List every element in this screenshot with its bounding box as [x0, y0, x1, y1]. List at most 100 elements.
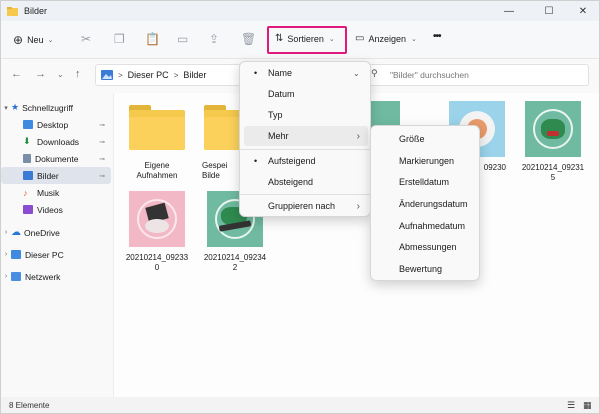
chevron-down-icon[interactable]: ▾ [1, 104, 11, 112]
pin-icon: ⊸ [99, 172, 105, 180]
plus-icon: ⊕ [13, 33, 24, 47]
more-options-button[interactable]: ••• [433, 31, 441, 42]
breadcrumb-pictures[interactable]: Bilder [183, 70, 206, 80]
sidebar-item-documents[interactable]: Dokumente ⊸ [1, 150, 111, 167]
sidebar-item-music[interactable]: ♪ Musik [1, 184, 111, 201]
chevron-right-icon[interactable]: › [1, 251, 11, 258]
menu-item-label: Markierungen [399, 156, 455, 166]
menu-item-more[interactable]: Mehr › [244, 126, 368, 146]
sort-menu: • Name Datum Typ Mehr › • Aufsteigend Ab… [239, 61, 371, 217]
navigation-pane: ▾ ★ Schnellzugriff Desktop ⊸ ⬇ Downloads… [1, 93, 113, 397]
view-icon: ▭ [355, 33, 365, 44]
command-bar: ⊕ Neu ⌄ ✂ ❐ 📋 ▭ ⇪ 🗑 ⇅ Sortieren ⌄ ▭ Anze… [1, 21, 599, 59]
menu-item-label: Absteigend [268, 177, 314, 187]
sidebar-item-network[interactable]: › Netzwerk [1, 268, 111, 285]
pin-icon: ⊸ [99, 138, 105, 146]
submenu-item-size[interactable]: Größe [375, 129, 477, 149]
file-item-folder[interactable]: Gespei Bilde [202, 99, 242, 181]
sidebar-item-videos[interactable]: Videos [1, 201, 111, 218]
minimize-button[interactable]: — [491, 1, 527, 21]
view-button[interactable]: ▭ Anzeigen ⌄ [355, 33, 417, 44]
file-item-image[interactable]: 20210214_09233 0 [124, 191, 190, 273]
submenu-item-date-created[interactable]: Erstelldatum [375, 172, 477, 192]
chevron-right-icon[interactable]: › [1, 273, 11, 280]
sidebar-item-onedrive[interactable]: › ☁ OneDrive [1, 224, 111, 241]
video-icon [23, 205, 33, 214]
menu-item-type[interactable]: Typ [244, 105, 368, 125]
chevron-right-icon[interactable]: › [1, 229, 11, 236]
back-arrow-icon[interactable]: ← [11, 68, 22, 80]
sidebar-item-label: Dokumente [35, 153, 79, 164]
file-name: Eigene Aufnahmen [136, 161, 178, 180]
sidebar-item-label: Dieser PC [25, 249, 64, 260]
file-item-image[interactable]: 20210214_09231 5 [520, 101, 586, 183]
new-button[interactable]: ⊕ Neu ⌄ [13, 33, 53, 47]
chevron-right-icon: › [356, 200, 360, 212]
menu-item-group-by[interactable]: Gruppieren nach › [244, 196, 368, 216]
sidebar-item-downloads[interactable]: ⬇ Downloads ⊸ [1, 133, 111, 150]
menu-item-name[interactable]: • Name [244, 63, 368, 83]
menu-item-label: Bewertung [399, 264, 443, 274]
close-button[interactable]: ✕ [565, 1, 600, 21]
menu-divider [240, 194, 370, 195]
search-icon: ⚲ [371, 68, 378, 78]
submenu-item-tags[interactable]: Markierungen [375, 151, 477, 171]
search-placeholder: "Bilder" durchsuchen [390, 70, 469, 80]
chevron-down-icon: ⌄ [47, 37, 54, 44]
document-icon [23, 154, 31, 163]
forward-arrow-icon[interactable]: → [35, 68, 46, 80]
status-bar: 8 Elemente ☰ ▦ [1, 397, 599, 413]
menu-item-label: Gruppieren nach [268, 201, 336, 211]
chevron-down-icon: ⌄ [410, 35, 417, 43]
submenu-item-date-taken[interactable]: Aufnahmedatum [375, 216, 477, 236]
download-icon: ⬇ [23, 136, 31, 146]
item-count: 8 Elemente [9, 400, 50, 410]
share-icon[interactable]: ⇪ [209, 32, 219, 46]
pictures-icon [101, 70, 113, 80]
sort-icon: ⇅ [275, 33, 284, 44]
new-label: Neu [27, 35, 44, 45]
file-item-folder[interactable]: Eigene Aufnahmen [124, 99, 190, 181]
file-name: 20210214_09231 5 [521, 163, 585, 182]
copy-icon[interactable]: ❐ [114, 32, 125, 46]
breadcrumb-separator: > [118, 70, 123, 80]
sort-button[interactable]: ⇅ Sortieren ⌄ [275, 33, 335, 44]
sidebar-item-quick-access[interactable]: ▾ ★ Schnellzugriff [1, 99, 111, 116]
up-arrow-icon[interactable]: ↑ [75, 68, 81, 80]
submenu-item-date-modified[interactable]: Änderungsdatum [375, 194, 477, 214]
folder-icon [204, 105, 242, 151]
sort-label: Sortieren [287, 33, 324, 44]
menu-item-ascending[interactable]: • Aufsteigend [244, 151, 368, 171]
menu-divider [240, 149, 370, 150]
details-view-icon[interactable]: ☰ [567, 400, 575, 411]
menu-item-date[interactable]: Datum [244, 84, 368, 104]
more-submenu: Größe Markierungen Erstelldatum Änderung… [370, 125, 480, 281]
tiles-view-icon[interactable]: ▦ [583, 400, 592, 411]
music-icon: ♪ [23, 187, 28, 198]
sidebar-item-pictures[interactable]: Bilder ⊸ [1, 167, 111, 184]
refresh-icon[interactable]: ⌄ [353, 69, 360, 78]
sidebar-item-desktop[interactable]: Desktop ⊸ [1, 116, 111, 133]
file-name: 20210214_09234 2 [203, 253, 267, 272]
sidebar-item-label: Musik [37, 187, 60, 198]
folder-icon [129, 105, 185, 151]
submenu-item-rating[interactable]: Bewertung [375, 259, 477, 279]
recent-chevron-icon[interactable]: ⌄ [57, 70, 64, 79]
sidebar-item-this-pc[interactable]: › Dieser PC [1, 246, 111, 263]
window-title: Bilder [24, 6, 48, 16]
delete-icon[interactable]: 🗑 [241, 32, 256, 46]
submenu-item-dimensions[interactable]: Abmessungen [375, 237, 477, 257]
cut-icon[interactable]: ✂ [81, 32, 91, 46]
pin-icon: ⊸ [99, 155, 105, 163]
menu-item-label: Erstelldatum [399, 177, 450, 187]
menu-item-descending[interactable]: Absteigend [244, 172, 368, 192]
paste-icon[interactable]: 📋 [145, 32, 160, 46]
search-box[interactable]: "Bilder" durchsuchen [363, 64, 589, 86]
sidebar-item-label: Downloads [37, 136, 80, 147]
selected-bullet-icon: • [254, 156, 258, 166]
rename-icon[interactable]: ▭ [177, 32, 188, 46]
desktop-icon [23, 120, 33, 129]
breadcrumb-this-pc[interactable]: Dieser PC [128, 70, 169, 80]
file-name: 20210214_09233 0 [125, 253, 189, 272]
maximize-button[interactable]: ☐ [531, 1, 567, 21]
